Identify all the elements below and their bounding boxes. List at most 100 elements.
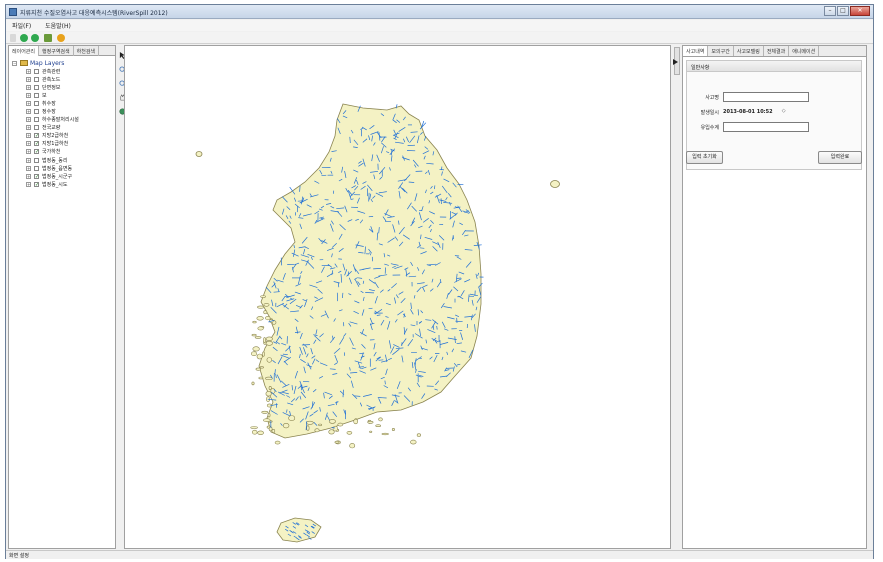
layer-label: 법정동_시도 bbox=[42, 181, 68, 188]
island bbox=[314, 428, 320, 433]
datetime-spinner[interactable]: ◇ bbox=[781, 108, 787, 116]
river-segment bbox=[280, 257, 283, 266]
panel-splitter[interactable] bbox=[673, 45, 681, 549]
island bbox=[375, 424, 381, 428]
tab-simulation-section[interactable]: 모의구간 bbox=[708, 46, 734, 56]
zoom-out-icon[interactable] bbox=[31, 34, 39, 42]
datetime-value[interactable]: 2013-08-01 10:52 bbox=[723, 109, 773, 115]
tab-accident-modeling[interactable]: 사고모델링 bbox=[734, 46, 764, 56]
tab-accident-details[interactable]: 사고내역 bbox=[683, 46, 709, 56]
river-segment bbox=[456, 277, 462, 279]
island bbox=[346, 430, 353, 435]
layer-checkbox[interactable] bbox=[34, 117, 39, 123]
layer-checkbox[interactable] bbox=[34, 125, 39, 131]
layer-item[interactable]: + ✓ 법정동_시군구 bbox=[12, 172, 115, 180]
accident-name-row: 사고명 bbox=[693, 91, 809, 103]
island bbox=[263, 310, 268, 315]
expand-icon[interactable]: + bbox=[26, 92, 31, 98]
tab-overall-results[interactable]: 전체결과 bbox=[764, 46, 790, 56]
zoom-in-icon[interactable] bbox=[20, 34, 28, 42]
menu-help[interactable]: 도움말(H) bbox=[39, 20, 77, 30]
layer-item[interactable]: + 관측노드 bbox=[12, 75, 115, 83]
expand-icon[interactable]: + bbox=[26, 109, 31, 115]
layer-item[interactable]: + ✓ 지방2급하천 bbox=[12, 132, 115, 140]
layer-checkbox[interactable]: ✓ bbox=[34, 149, 39, 155]
layer-checkbox[interactable]: ✓ bbox=[34, 173, 39, 179]
river-segment bbox=[417, 309, 419, 316]
expand-icon[interactable]: + bbox=[26, 100, 31, 106]
expand-icon[interactable]: + bbox=[26, 141, 31, 147]
close-button[interactable]: ✕ bbox=[850, 6, 870, 16]
expand-icon[interactable]: + bbox=[26, 76, 31, 82]
expand-icon[interactable]: + bbox=[26, 133, 31, 139]
jeju-island bbox=[276, 517, 322, 543]
layer-label: 관측관련 bbox=[42, 68, 61, 75]
map-view[interactable] bbox=[124, 45, 671, 549]
layer-item[interactable]: + ✓ 법정동_시도 bbox=[12, 180, 115, 188]
minimize-button[interactable]: – bbox=[824, 6, 836, 16]
expand-icon[interactable]: + bbox=[26, 117, 31, 123]
island bbox=[381, 432, 389, 436]
discharge-label: 유입수계 bbox=[700, 124, 719, 131]
layer-label: 지방1급하천 bbox=[42, 141, 69, 148]
tree-root[interactable]: − Map Layers bbox=[12, 59, 115, 67]
layer-checkbox[interactable] bbox=[34, 165, 39, 171]
layer-checkbox[interactable] bbox=[34, 84, 39, 90]
expand-icon[interactable]: + bbox=[26, 157, 31, 163]
maximize-button[interactable]: □ bbox=[837, 6, 849, 16]
layer-checkbox[interactable]: ✓ bbox=[34, 181, 39, 187]
layer-item[interactable]: + 관측관련 bbox=[12, 67, 115, 75]
layer-label: 법정동_읍면동 bbox=[42, 165, 73, 172]
island bbox=[263, 302, 270, 307]
expand-icon[interactable]: + bbox=[26, 173, 31, 179]
island bbox=[288, 415, 296, 421]
globe-icon[interactable] bbox=[57, 34, 65, 42]
complete-input-button[interactable]: 입력완료 bbox=[818, 151, 862, 164]
window-title: 지류지천 수질오염사고 대응예측시스템(RiverSpill 2012) bbox=[20, 10, 168, 17]
river-segment bbox=[377, 397, 387, 399]
expand-icon[interactable]: + bbox=[26, 125, 31, 131]
layer-checkbox[interactable] bbox=[34, 76, 39, 82]
tab-animation[interactable]: 애니메이션 bbox=[789, 46, 820, 56]
status-bar: 화면 설정 bbox=[6, 550, 873, 559]
layer-checkbox[interactable] bbox=[34, 100, 39, 106]
layer-checkbox[interactable] bbox=[34, 68, 39, 74]
menu-file[interactable]: 파일(F) bbox=[6, 20, 37, 30]
collapse-arrow-icon[interactable] bbox=[673, 59, 678, 65]
expand-icon[interactable]: + bbox=[26, 165, 31, 171]
layer-checkbox[interactable] bbox=[34, 92, 39, 98]
layer-item[interactable]: + 전국교량 bbox=[12, 124, 115, 132]
layers-icon[interactable] bbox=[44, 34, 52, 42]
korea-map[interactable] bbox=[125, 46, 672, 550]
discharge-input[interactable] bbox=[723, 122, 809, 132]
expand-icon[interactable]: + bbox=[26, 68, 31, 74]
tab-admin-search[interactable]: 행정구역검색 bbox=[39, 46, 74, 56]
tree-root-label: Map Layers bbox=[30, 59, 65, 67]
collapse-icon[interactable]: − bbox=[12, 60, 17, 66]
layer-item[interactable]: + 정수장 bbox=[12, 107, 115, 115]
accident-name-input[interactable] bbox=[723, 92, 809, 102]
layer-checkbox[interactable] bbox=[34, 109, 39, 115]
layer-item[interactable]: + 보 bbox=[12, 91, 115, 99]
layer-item[interactable]: + 법정동_동리 bbox=[12, 156, 115, 164]
reset-input-button[interactable]: 입력 초기화 bbox=[686, 151, 723, 164]
expand-icon[interactable]: + bbox=[26, 84, 31, 90]
new-icon[interactable] bbox=[10, 34, 16, 42]
island bbox=[252, 346, 260, 352]
layer-checkbox[interactable]: ✓ bbox=[34, 141, 39, 147]
tab-river-search[interactable]: 하천검색 bbox=[74, 46, 100, 56]
layer-checkbox[interactable] bbox=[34, 157, 39, 163]
layer-item[interactable]: + ✓ 지방1급하천 bbox=[12, 140, 115, 148]
island bbox=[250, 426, 258, 429]
layer-item[interactable]: + 하수종말처리시설 bbox=[12, 116, 115, 124]
expand-icon[interactable]: + bbox=[26, 149, 31, 155]
layer-checkbox[interactable]: ✓ bbox=[34, 133, 39, 139]
layer-item[interactable]: + 단면정보 bbox=[12, 83, 115, 91]
layer-item[interactable]: + 취수장 bbox=[12, 99, 115, 107]
tab-layer-management[interactable]: 레이어관리 bbox=[9, 46, 40, 56]
layer-item[interactable]: + 법정동_읍면동 bbox=[12, 164, 115, 172]
river-segment bbox=[373, 268, 381, 270]
expand-icon[interactable]: + bbox=[26, 181, 31, 187]
datetime-label: 발생일시 bbox=[700, 109, 719, 116]
layer-item[interactable]: + ✓ 국가하천 bbox=[12, 148, 115, 156]
